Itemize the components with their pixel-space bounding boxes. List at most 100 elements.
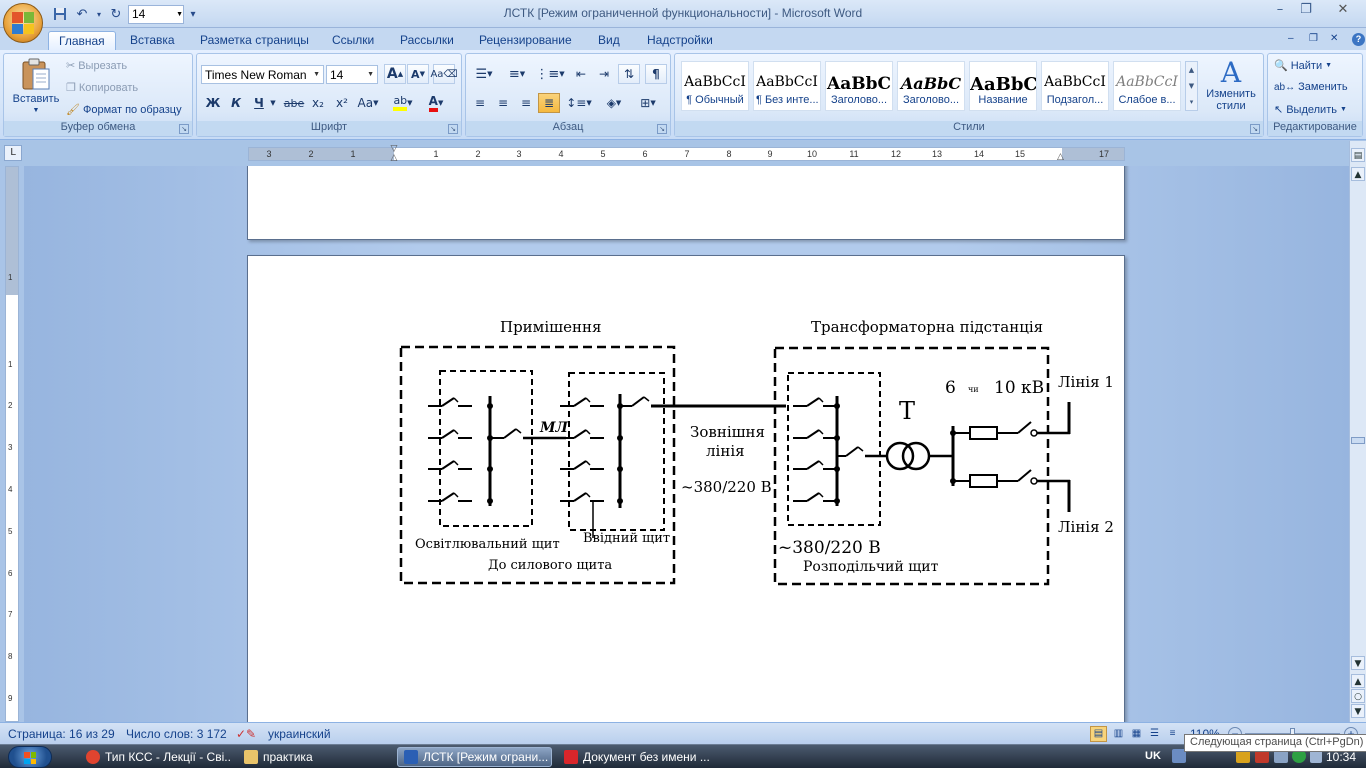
paragraph-launcher-icon[interactable]: ↘ <box>657 124 667 134</box>
cut-button[interactable]: ✂ Вырезать <box>66 59 127 73</box>
ribbon-close-button[interactable]: ✕ <box>1330 31 1338 51</box>
decrease-indent-button[interactable]: ⇤ <box>570 64 592 84</box>
font-family-combo[interactable]: Times New Roman ▼ <box>201 65 324 84</box>
restore-button[interactable]: ❐ <box>1292 2 1320 20</box>
borders-button[interactable]: ⊞ ▼ <box>633 93 663 113</box>
bullets-button[interactable]: ☰ ▼ <box>469 64 499 84</box>
subscript-button[interactable]: x₂ <box>307 93 329 113</box>
minimize-button[interactable]: – <box>1266 2 1294 20</box>
highlight-button[interactable]: ab ▼ <box>388 93 418 113</box>
print-layout-view-icon[interactable]: ▤ <box>1090 726 1107 742</box>
style-no-spacing[interactable]: AaBbCcI ¶ Без инте... <box>753 61 821 111</box>
help-icon[interactable]: ? <box>1352 33 1365 46</box>
numbering-button[interactable]: ≡ ▼ <box>502 64 532 84</box>
keyboard-language[interactable]: UK <box>1145 750 1161 762</box>
font-color-button[interactable]: A ▼ <box>421 93 451 113</box>
taskbar-item-document[interactable]: Документ без имени ... <box>558 747 713 767</box>
draft-view-icon[interactable]: ≡ <box>1164 726 1181 742</box>
style-normal[interactable]: AaBbCcI ¶ Обычный <box>681 61 749 111</box>
italic-button[interactable]: К <box>225 93 247 113</box>
page-current[interactable]: МЛ Примішення Трансформаторна підстанція… <box>247 255 1125 722</box>
align-center-button[interactable]: ≡ <box>492 93 514 113</box>
sort-button[interactable]: ⇅ <box>618 64 640 84</box>
page-count[interactable]: Страница: 16 из 29 <box>8 727 115 741</box>
underline-button[interactable]: Ч <box>248 93 270 113</box>
justify-button[interactable]: ≣ <box>538 93 560 113</box>
bold-button[interactable]: Ж <box>202 93 224 113</box>
paste-button[interactable]: Вставить ▼ <box>8 57 64 119</box>
office-button[interactable] <box>3 3 43 43</box>
style-subtle-emphasis[interactable]: AaBbCcI Слабое в... <box>1113 61 1181 111</box>
increase-indent-button[interactable]: ⇥ <box>593 64 615 84</box>
style-title[interactable]: AaBbC Название <box>969 61 1037 111</box>
indent-marker-icon[interactable]: ▽ △ <box>389 145 399 163</box>
web-layout-view-icon[interactable]: ▦ <box>1128 726 1145 742</box>
style-heading-1[interactable]: AaBbC Заголово... <box>825 61 893 111</box>
line-spacing-button[interactable]: ↕≡ ▼ <box>564 93 594 113</box>
close-button[interactable]: ✕ <box>1326 2 1360 20</box>
browse-object-icon[interactable]: ○ <box>1351 689 1365 703</box>
right-indent-marker-icon[interactable]: △ <box>1057 152 1067 162</box>
scroll-up-icon[interactable]: ▲ <box>1351 167 1365 181</box>
spelling-icon[interactable]: ✓✎ <box>236 727 256 741</box>
tab-mailings[interactable]: Рассылки <box>400 31 454 51</box>
start-button[interactable] <box>8 746 52 768</box>
tab-view[interactable]: Вид <box>598 31 620 51</box>
font-size-combo[interactable]: 14 ▼ <box>326 65 378 84</box>
word-count[interactable]: Число слов: 3 172 <box>126 727 227 741</box>
show-marks-button[interactable]: ¶ <box>645 64 667 84</box>
clear-formatting-button[interactable]: Aa⌫ <box>430 64 458 84</box>
grow-font-button[interactable]: A ▲ <box>384 64 406 84</box>
change-case-button[interactable]: Aa ▼ <box>355 93 381 113</box>
tab-review[interactable]: Рецензирование <box>479 31 572 51</box>
tab-addins[interactable]: Надстройки <box>647 31 713 51</box>
format-painter-button[interactable]: 🖌 Формат по образцу <box>66 103 182 117</box>
taskbar-item-folder[interactable]: практика <box>238 747 388 767</box>
styles-launcher-icon[interactable]: ↘ <box>1250 124 1260 134</box>
page-previous[interactable] <box>247 166 1125 240</box>
shading-button[interactable]: ◈ ▼ <box>599 93 629 113</box>
taskbar-item-browser[interactable]: Тип КСС - Лекції - Сві... <box>80 747 230 767</box>
tab-references[interactable]: Ссылки <box>332 31 374 51</box>
multilevel-list-button[interactable]: ⋮≡ ▼ <box>535 64 565 84</box>
find-button[interactable]: 🔍 Найти ▼ <box>1274 59 1332 73</box>
vertical-ruler[interactable]: 1 1 2 3 4 5 6 7 8 9 <box>5 166 19 722</box>
horizontal-ruler[interactable]: ▽ △ △ 3 2 1 1 2 3 4 5 6 7 8 9 10 11 12 13… <box>248 145 1125 163</box>
document-area[interactable]: МЛ Примішення Трансформаторна підстанція… <box>24 166 1349 722</box>
previous-page-icon[interactable]: ▲ <box>1351 674 1365 688</box>
copy-button[interactable]: ❐ Копировать <box>66 81 138 95</box>
align-right-button[interactable]: ≡ <box>515 93 537 113</box>
taskbar-item-word[interactable]: ЛСТК [Режим ограни... <box>397 747 552 767</box>
language-indicator[interactable]: украинский <box>268 727 331 741</box>
ruler-toggle-icon[interactable]: ▤ <box>1351 148 1365 162</box>
next-page-icon[interactable]: ▼ <box>1351 704 1365 718</box>
scroll-down-icon[interactable]: ▼ <box>1351 656 1365 670</box>
ribbon-minimize-button[interactable]: – <box>1288 31 1294 51</box>
replace-button[interactable]: ab↔ Заменить <box>1274 81 1348 93</box>
ribbon-restore-button[interactable]: ❐ <box>1309 31 1318 51</box>
align-left-button[interactable]: ≡ <box>469 93 491 113</box>
ruler-tick: 5 <box>600 149 606 159</box>
tab-selector-button[interactable]: L <box>4 145 22 161</box>
outline-view-icon[interactable]: ☰ <box>1146 726 1163 742</box>
select-button[interactable]: ↖ Выделить ▼ <box>1274 103 1347 117</box>
change-styles-button[interactable]: A Изменить стили <box>1203 58 1259 113</box>
full-screen-reading-view-icon[interactable]: ▥ <box>1110 726 1127 742</box>
styles-gallery-scroll[interactable]: ▲ ▼ ▾ <box>1185 61 1198 111</box>
strikethrough-button[interactable]: abe <box>283 93 305 113</box>
tab-page-layout[interactable]: Разметка страницы <box>200 31 309 51</box>
tab-insert[interactable]: Вставка <box>130 31 175 51</box>
scroll-thumb[interactable] <box>1351 437 1365 444</box>
tab-home[interactable]: Главная <box>48 31 116 51</box>
style-subtitle[interactable]: AaBbCcI Подзагол... <box>1041 61 1109 111</box>
superscript-button[interactable]: x² <box>331 93 353 113</box>
shrink-font-button[interactable]: A ▼ <box>407 64 429 84</box>
underline-dropdown-icon[interactable]: ▼ <box>268 93 278 113</box>
ruler-tick: 1 <box>433 149 439 159</box>
style-heading-2[interactable]: AaBbC Заголово... <box>897 61 965 111</box>
chrome-icon <box>86 750 100 764</box>
taskbar-clock[interactable]: 10:34 <box>1326 750 1356 764</box>
vertical-scrollbar[interactable]: ▤ ▲ ▼ ▲ ○ ▼ <box>1349 141 1366 722</box>
clipboard-launcher-icon[interactable]: ↘ <box>179 124 189 134</box>
font-launcher-icon[interactable]: ↘ <box>448 124 458 134</box>
